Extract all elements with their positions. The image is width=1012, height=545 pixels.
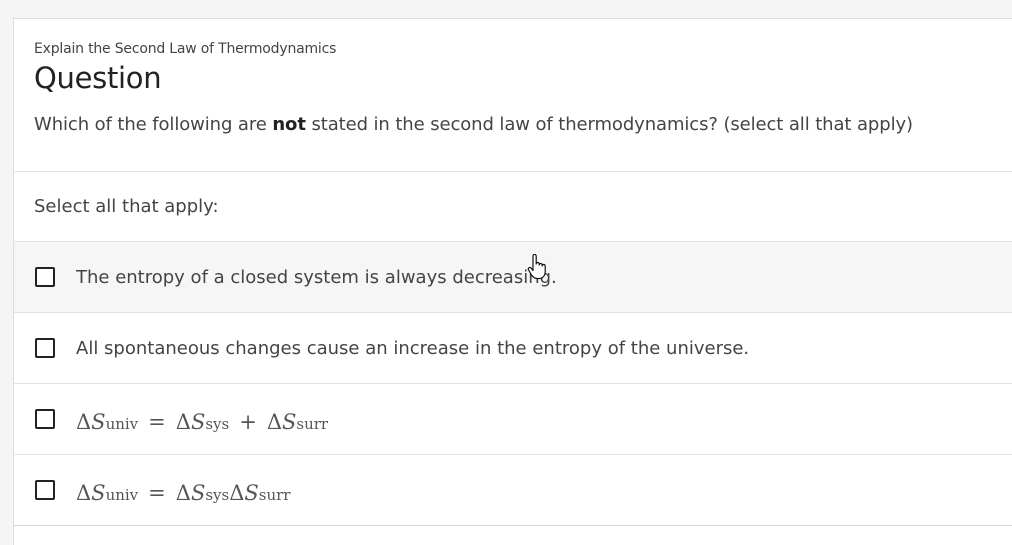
delta-symbol: Δ (76, 481, 92, 505)
entropy-symbol: S (91, 410, 106, 434)
answer-option-label: The entropy of a closed system is always… (76, 266, 557, 288)
subscript: univ (105, 415, 139, 433)
answer-option-2[interactable]: All spontaneous changes cause an increas… (14, 313, 1012, 384)
subscript: surr (258, 486, 291, 504)
delta-symbol: Δ (229, 481, 245, 505)
question-text-after: stated in the second law of thermodynami… (305, 114, 913, 135)
question-title: Question (34, 61, 162, 95)
delta-symbol: Δ (175, 481, 191, 505)
question-card: Explain the Second Law of Thermodynamics… (13, 18, 1012, 545)
subscript: surr (296, 415, 329, 433)
question-text-before: Which of the following are (34, 114, 273, 135)
subscript: sys (205, 486, 230, 504)
delta-symbol: Δ (76, 410, 92, 434)
plus-symbol: + (239, 410, 257, 434)
hand-pointer-icon (527, 254, 546, 280)
equals-symbol: = (148, 481, 166, 505)
checkbox-icon[interactable] (35, 409, 55, 429)
answer-option-1[interactable]: The entropy of a closed system is always… (14, 242, 1012, 313)
entropy-symbol: S (190, 410, 206, 434)
question-text: Which of the following are not stated in… (34, 114, 1003, 135)
question-header: Explain the Second Law of Thermodynamics… (14, 19, 1012, 172)
select-all-label: Select all that apply: (14, 172, 1012, 242)
answer-option-3[interactable]: Δ Suniv = Δ Ssys + Δ Ssurr (14, 384, 1012, 455)
equals-symbol: = (148, 410, 166, 434)
subscript: sys (205, 415, 230, 433)
answer-option-label: All spontaneous changes cause an increas… (76, 337, 750, 359)
delta-symbol: Δ (175, 410, 191, 434)
entropy-symbol: S (91, 481, 106, 505)
answer-option-equation: Δ Suniv = Δ Ssys + Δ Ssurr (76, 404, 328, 434)
checkbox-icon[interactable] (35, 480, 55, 500)
answer-option-equation: Δ Suniv = Δ Ssys Δ Ssurr (76, 475, 290, 505)
question-subtitle: Explain the Second Law of Thermodynamics (34, 41, 337, 57)
answer-option-4[interactable]: Δ Suniv = Δ Ssys Δ Ssurr (14, 455, 1012, 526)
entropy-symbol: S (190, 481, 206, 505)
entropy-symbol: S (244, 481, 259, 505)
entropy-symbol: S (281, 410, 297, 434)
checkbox-icon[interactable] (35, 267, 55, 287)
subscript: univ (105, 486, 139, 504)
checkbox-icon[interactable] (35, 338, 55, 358)
question-text-bold: not (272, 114, 306, 135)
delta-symbol: Δ (266, 410, 282, 434)
